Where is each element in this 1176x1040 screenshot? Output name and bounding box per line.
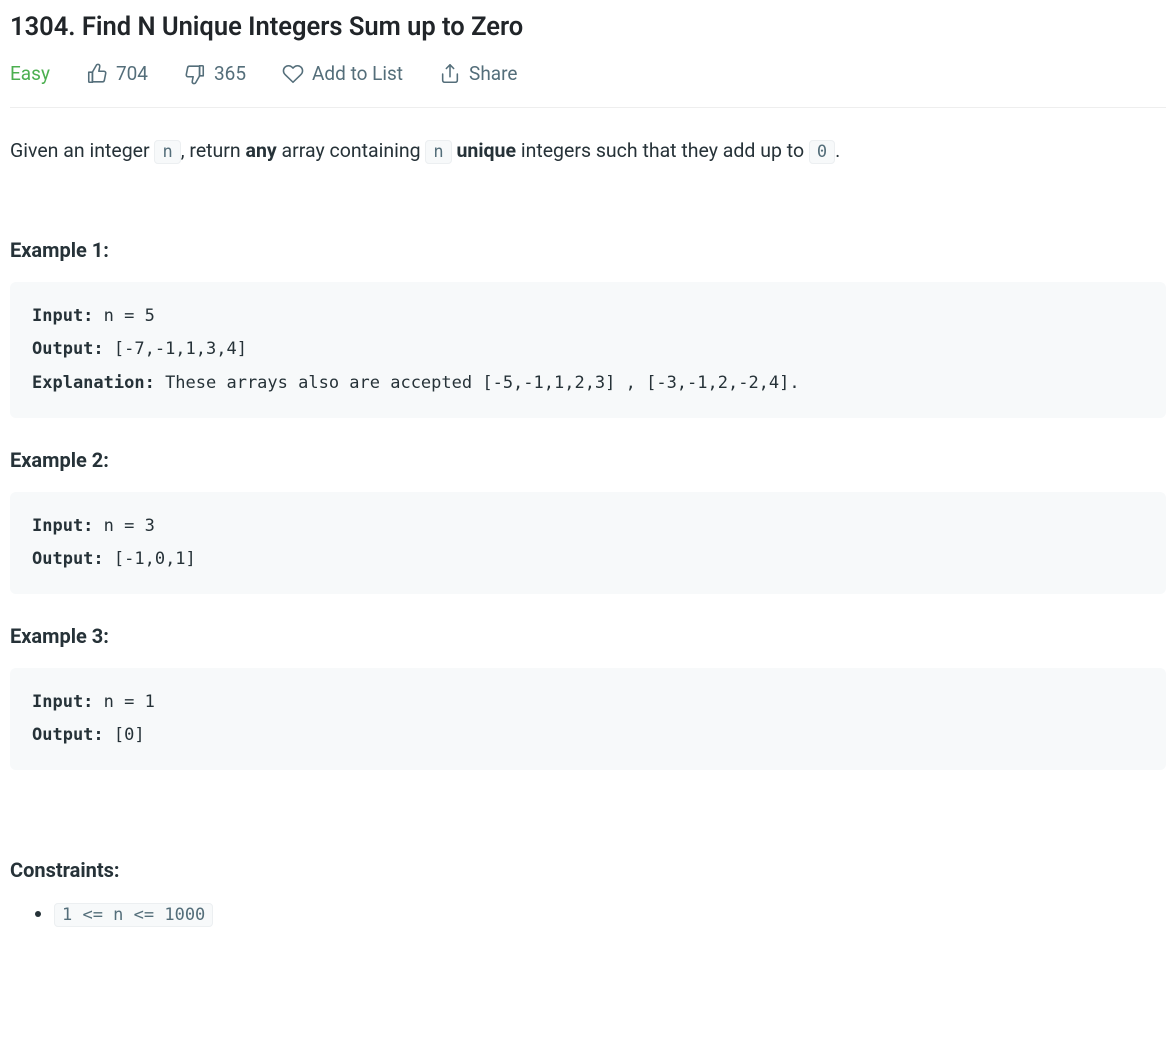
inline-code: 1 <= n <= 1000: [54, 903, 213, 927]
share-icon: [439, 63, 461, 85]
dislike-button[interactable]: 365: [184, 62, 246, 85]
example-heading: Example 2:: [10, 448, 1166, 472]
constraints-heading: Constraints:: [10, 858, 1166, 882]
dislike-count: 365: [214, 62, 246, 85]
problem-description: Given an integer n, return any array con…: [10, 136, 1166, 166]
example-codeblock: Input: n = 3 Output: [-1,0,1]: [10, 492, 1166, 594]
share-button[interactable]: Share: [439, 62, 517, 85]
like-button[interactable]: 704: [86, 62, 148, 85]
heart-icon: [282, 63, 304, 85]
inline-code: n: [154, 140, 180, 164]
problem-title: 1304. Find N Unique Integers Sum up to Z…: [10, 12, 1166, 42]
like-count: 704: [116, 62, 148, 85]
meta-row: Easy 704 365 Add to List: [10, 62, 1166, 108]
inline-code: 0: [809, 140, 835, 164]
example-1: Example 1: Input: n = 5 Output: [-7,-1,1…: [10, 238, 1166, 417]
constraints-list: 1 <= n <= 1000: [10, 902, 1166, 925]
example-codeblock: Input: n = 1 Output: [0]: [10, 668, 1166, 770]
example-heading: Example 3:: [10, 624, 1166, 648]
example-heading: Example 1:: [10, 238, 1166, 262]
add-to-list-button[interactable]: Add to List: [282, 62, 403, 85]
inline-code: n: [425, 140, 451, 164]
list-item: 1 <= n <= 1000: [54, 902, 1166, 925]
thumbs-up-icon: [86, 63, 108, 85]
thumbs-down-icon: [184, 63, 206, 85]
difficulty-label: Easy: [10, 62, 50, 85]
example-2: Example 2: Input: n = 3 Output: [-1,0,1]: [10, 448, 1166, 594]
example-codeblock: Input: n = 5 Output: [-7,-1,1,3,4] Expla…: [10, 282, 1166, 417]
example-3: Example 3: Input: n = 1 Output: [0]: [10, 624, 1166, 770]
add-to-list-label: Add to List: [312, 62, 403, 85]
share-label: Share: [469, 62, 517, 85]
